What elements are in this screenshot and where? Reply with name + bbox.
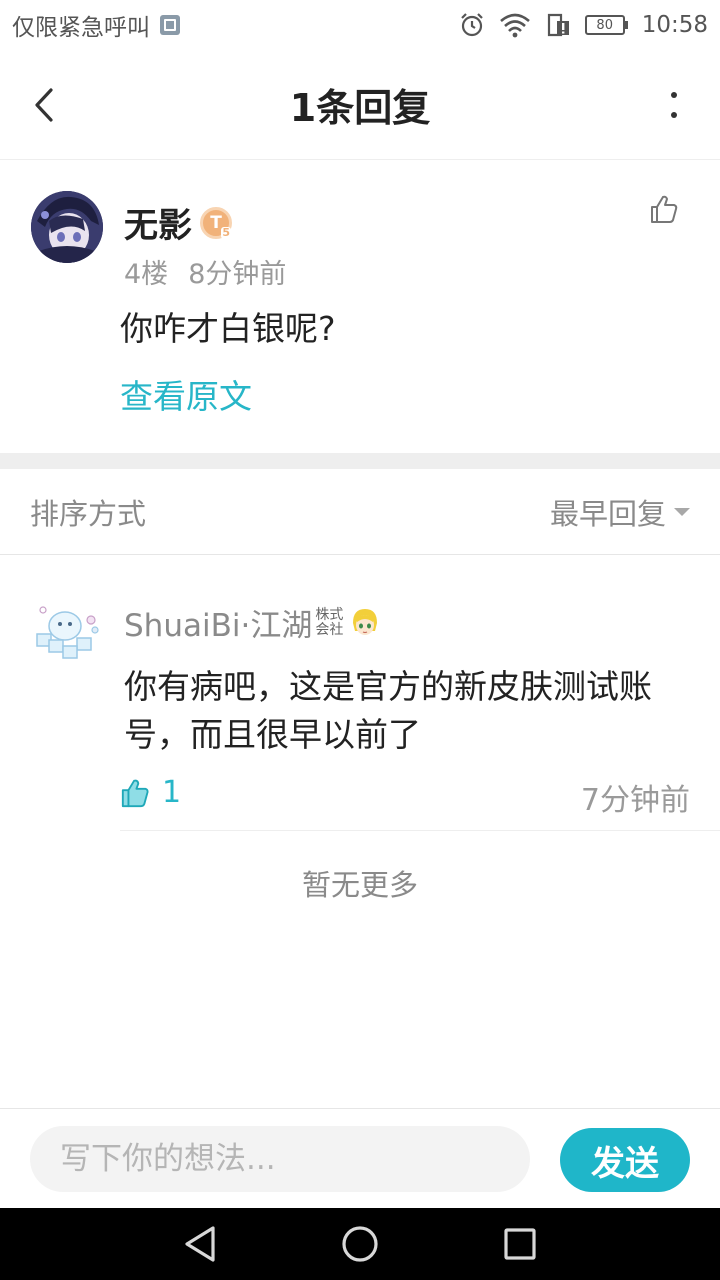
caret-down-icon xyxy=(674,507,690,516)
reply-like-button[interactable]: 1 xyxy=(120,775,181,810)
status-left: 仅限紧急呼叫 xyxy=(12,8,180,42)
nav-back-button[interactable] xyxy=(165,1214,235,1274)
status-right: 80 10:58 xyxy=(459,12,708,38)
clock: 10:58 xyxy=(641,12,708,38)
back-button[interactable] xyxy=(22,80,66,130)
floor-number: 4楼 xyxy=(124,259,169,290)
sim-alert-icon xyxy=(547,13,569,37)
thumbs-up-icon xyxy=(121,779,149,807)
sort-dropdown[interactable]: 最早回复 xyxy=(550,491,690,533)
post-meta: 4楼 8分钟前 xyxy=(124,252,286,291)
reply-like-count: 1 xyxy=(162,775,182,810)
post-time: 8分钟前 xyxy=(188,259,287,290)
avatar[interactable] xyxy=(31,191,103,263)
nav-recents-button[interactable] xyxy=(485,1214,555,1274)
composer-bar: 发送 xyxy=(0,1108,720,1208)
battery-icon: 80 xyxy=(584,15,628,35)
original-post: 无影 T 5 4楼 8分钟前 你咋才白银呢? 查看原文 xyxy=(0,160,720,453)
reply-author-tag-top: 株式 xyxy=(315,606,344,623)
nav-home-button[interactable] xyxy=(325,1214,395,1274)
sort-label: 排序方式 xyxy=(30,496,147,531)
poster-name-row: 无影 T 5 xyxy=(124,198,232,247)
level-badge-sub: 5 xyxy=(221,225,231,239)
sort-bar: 排序方式 最早回复 xyxy=(0,469,720,555)
status-bar: 仅限紧急呼叫 80 10:58 xyxy=(0,0,720,50)
level-badge-letter: T xyxy=(210,212,222,233)
post-content: 你咋才白银呢? xyxy=(120,309,336,348)
triangle-back-icon xyxy=(185,1226,215,1262)
avatar-image xyxy=(31,191,103,263)
reply-time: 7分钟前 xyxy=(580,783,690,818)
reply-content: 你有病吧，这是官方的新皮肤测试账号，而且很早以前了 xyxy=(124,667,652,754)
view-original-link[interactable]: 查看原文 xyxy=(120,370,252,418)
page-title: 1条回复 xyxy=(289,86,431,130)
anime-avatar-icon xyxy=(353,608,378,635)
alarm-icon xyxy=(460,13,483,37)
reply-author-tag: 株式 会社 xyxy=(315,606,344,638)
comment-input[interactable] xyxy=(30,1126,530,1192)
battery-level: 80 xyxy=(584,15,625,35)
chevron-left-icon xyxy=(35,88,53,122)
wifi-icon xyxy=(499,13,530,38)
reply-author-tag-bottom: 会社 xyxy=(315,621,344,638)
circle-home-icon xyxy=(342,1226,378,1262)
thumbs-up-outline-icon[interactable] xyxy=(648,193,680,225)
sort-value: 最早回复 xyxy=(549,496,666,531)
avatar[interactable] xyxy=(33,600,101,660)
no-more-label: 暂无更多 xyxy=(301,868,418,902)
system-nav-bar xyxy=(0,1208,720,1280)
send-button[interactable]: 发送 xyxy=(560,1128,690,1192)
more-vertical-icon xyxy=(671,92,677,118)
reply-divider xyxy=(120,830,720,831)
list-item: ShuaiBi·江湖 株式 会社 你有病吧，这是官方的新皮肤测试账号，而且很早以… xyxy=(0,555,720,832)
more-button[interactable] xyxy=(664,85,684,125)
image-icon xyxy=(160,15,180,35)
poster-name[interactable]: 无影 xyxy=(124,198,192,247)
level-badge: T 5 xyxy=(200,206,232,239)
carrier-text: 仅限紧急呼叫 xyxy=(12,15,150,41)
reply-name-row: ShuaiBi·江湖 株式 会社 xyxy=(124,600,381,645)
section-divider xyxy=(0,453,720,469)
reply-author[interactable]: ShuaiBi·江湖 xyxy=(124,600,312,645)
square-recents-icon xyxy=(504,1228,536,1260)
title-bar: 1条回复 xyxy=(0,50,720,160)
